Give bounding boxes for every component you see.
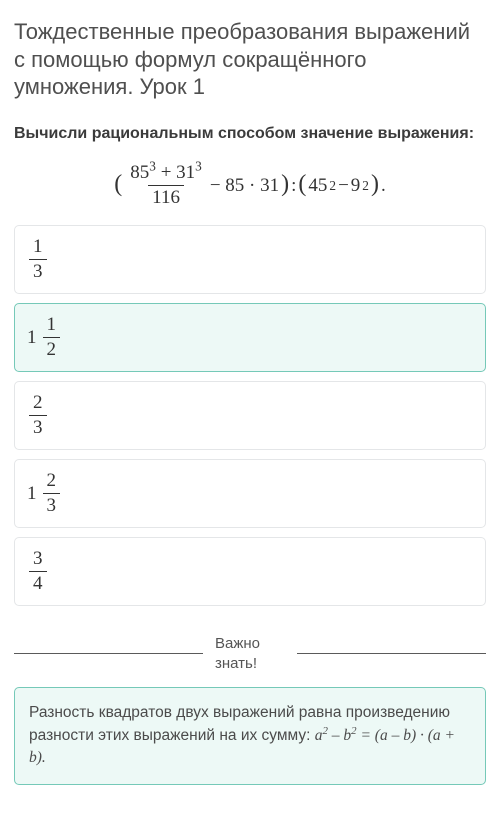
divide: : bbox=[291, 175, 296, 197]
math-expression: ( 853 + 313 116 − 85 · 31 ) : ( 452 − 92… bbox=[14, 162, 486, 209]
option-fraction: 23 bbox=[43, 470, 61, 517]
right-minus: − bbox=[338, 175, 349, 197]
option-whole: 1 bbox=[27, 327, 37, 349]
num-b-exp: 3 bbox=[195, 159, 202, 174]
f-b: b bbox=[343, 727, 351, 744]
fraction-main: 853 + 313 116 bbox=[126, 162, 206, 209]
open-paren-2: ( bbox=[298, 171, 306, 198]
page-title: Тождественные преобразования выражений с… bbox=[14, 18, 486, 101]
answer-option-1[interactable]: 112 bbox=[14, 303, 486, 372]
option-num: 1 bbox=[43, 314, 61, 337]
question-prompt: Вычисли рациональным способом значение в… bbox=[14, 123, 486, 145]
option-den: 3 bbox=[29, 259, 47, 283]
f-amb: a – b bbox=[380, 727, 411, 744]
option-fraction: 13 bbox=[29, 236, 47, 283]
num-b: 31 bbox=[176, 162, 195, 183]
open-paren: ( bbox=[114, 171, 122, 198]
answer-option-0[interactable]: 13 bbox=[14, 225, 486, 294]
right-a: 45 bbox=[308, 175, 327, 197]
option-fraction: 23 bbox=[29, 392, 47, 439]
close-paren: ) bbox=[281, 171, 289, 198]
sep-line-left bbox=[14, 653, 203, 654]
num-plus: + bbox=[161, 162, 176, 183]
option-fraction: 34 bbox=[29, 548, 47, 595]
answer-options: 131122312334 bbox=[14, 225, 486, 606]
option-den: 3 bbox=[29, 415, 47, 439]
hint-box: Разность квадратов двух выражений равна … bbox=[14, 687, 486, 784]
option-den: 3 bbox=[43, 493, 61, 517]
option-num: 3 bbox=[29, 548, 47, 571]
option-num: 2 bbox=[29, 392, 47, 415]
f-mid: ) · ( bbox=[411, 727, 433, 744]
option-num: 2 bbox=[43, 470, 61, 493]
minus-prod: − 85 · 31 bbox=[210, 175, 279, 197]
close-paren-2: ) bbox=[371, 171, 379, 198]
option-whole: 1 bbox=[27, 483, 37, 505]
option-den: 4 bbox=[29, 571, 47, 595]
answer-option-2[interactable]: 23 bbox=[14, 381, 486, 450]
option-fraction: 12 bbox=[43, 314, 61, 361]
sep-label: Важно знать! bbox=[215, 634, 285, 673]
den: 116 bbox=[148, 185, 184, 209]
f-end: ). bbox=[37, 749, 46, 766]
num-a-exp: 3 bbox=[149, 159, 156, 174]
num-a: 85 bbox=[130, 162, 149, 183]
right-b: 9 bbox=[351, 175, 361, 197]
option-den: 2 bbox=[43, 337, 61, 361]
sep-line-right bbox=[297, 653, 486, 654]
answer-option-3[interactable]: 123 bbox=[14, 459, 486, 528]
f-eq: = ( bbox=[357, 727, 380, 744]
f-minus: – bbox=[328, 727, 344, 744]
answer-option-4[interactable]: 34 bbox=[14, 537, 486, 606]
important-separator: Важно знать! bbox=[14, 634, 486, 673]
expr-period: . bbox=[381, 175, 386, 197]
option-num: 1 bbox=[29, 236, 47, 259]
